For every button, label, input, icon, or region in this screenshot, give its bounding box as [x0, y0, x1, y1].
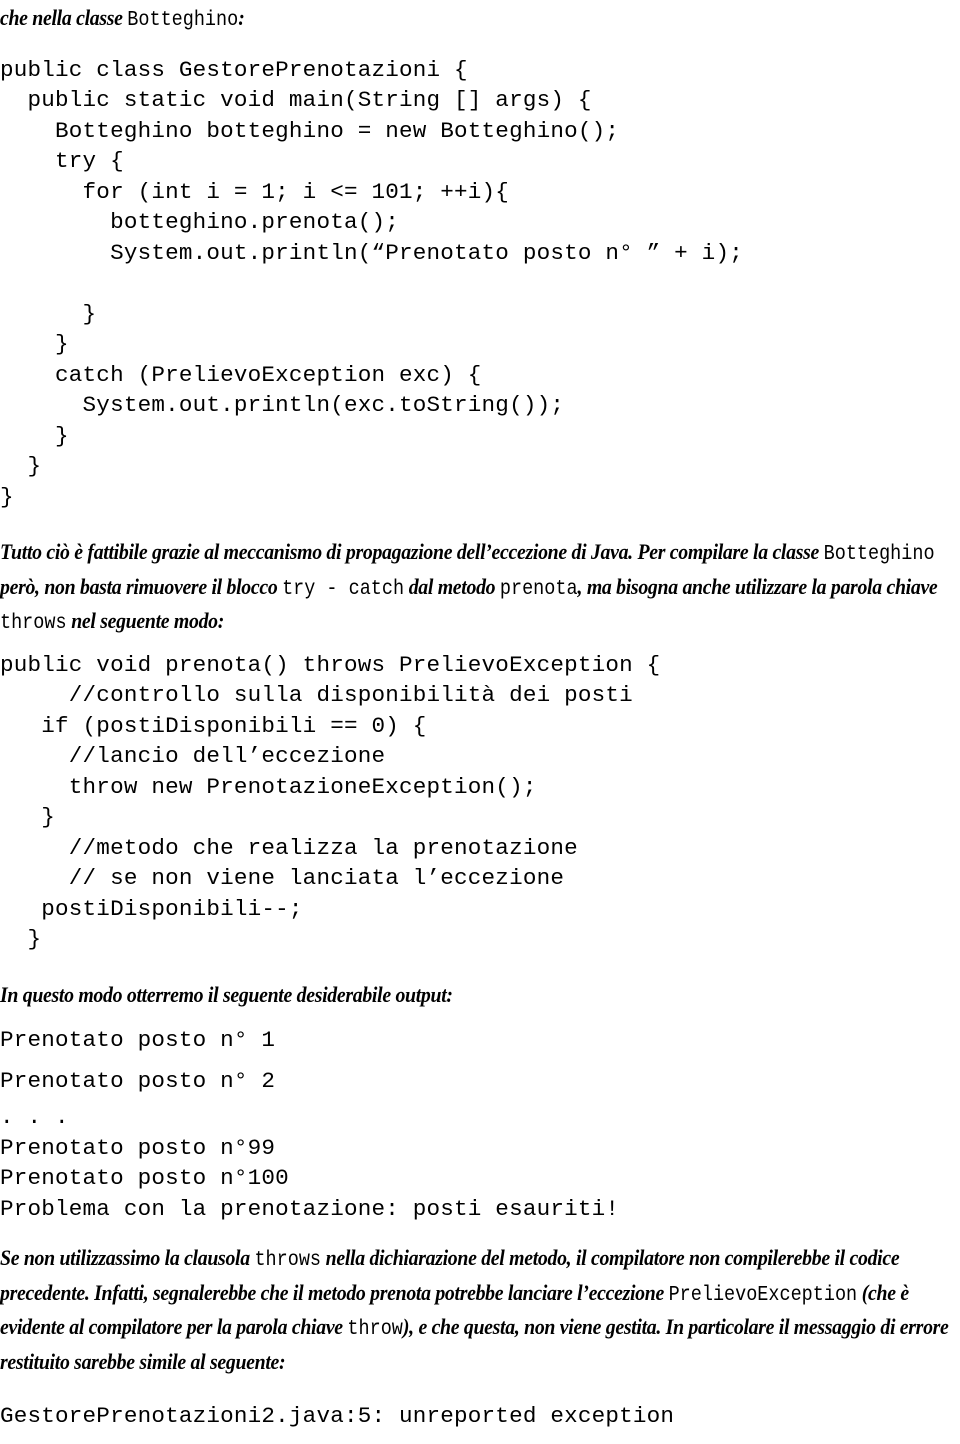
inline-code: throws — [0, 612, 67, 635]
output-line: Prenotato posto n°99 — [0, 1134, 276, 1161]
code-line: public class GestorePrenotazioni { — [0, 56, 468, 83]
code-line: } — [0, 483, 14, 510]
paragraph-throws-compilatore: Se non utilizzassimo la clausola throws … — [0, 1242, 960, 1377]
code-line: } — [0, 331, 69, 357]
output-line: Problema con la prenotazione: posti esau… — [0, 1195, 620, 1222]
code-line: try { — [0, 148, 124, 174]
paragraph-propagazione-eccezione: Tutto ciò è fattibile grazie al meccanis… — [0, 536, 960, 640]
program-output-block: Prenotato posto n° 1 Prenotato posto n° 2… — [0, 1020, 960, 1224]
code-line: //controllo sulla disponibilità dei post… — [0, 682, 633, 708]
prose-text: Tutto ciò è fattibile grazie al meccanis… — [0, 539, 824, 564]
compiler-error-block: GestorePrenotazioni2.java:5: unreported … — [0, 1401, 960, 1432]
output-line: Prenotato posto n° 2 — [0, 1068, 276, 1094]
code-line: } — [0, 453, 42, 479]
code-line: System.out.println(exc.toString()); — [0, 392, 565, 418]
code-line: // se non viene lanciata l’eccezione — [0, 865, 565, 891]
prose-text: Se non utilizzassimo la clausola — [0, 1245, 255, 1270]
heading-suffix: : — [238, 5, 245, 30]
document-page: che nella classe Botteghino: public clas… — [0, 0, 960, 1444]
prose-text: In questo modo otterremo il seguente des… — [0, 981, 453, 1007]
code-line: GestorePrenotazioni2.java:5: unreported … — [0, 1403, 675, 1429]
heading-prose-prefix: che nella classe — [0, 5, 128, 30]
code-line: throw new PrenotazioneException(); — [0, 773, 537, 800]
prose-text: , ma bisogna anche utilizzare la parola … — [577, 573, 938, 599]
inline-code: prenota — [499, 577, 578, 601]
code-line: if (postiDisponibili == 0) { — [0, 712, 427, 739]
code-line: Botteghino botteghino = new Botteghino()… — [0, 117, 620, 144]
code-line: } — [0, 926, 42, 952]
code-line: //lancio dell’eccezione — [0, 743, 386, 769]
inline-code: Botteghino — [823, 543, 935, 566]
inline-code: throws — [254, 1249, 322, 1272]
inline-code: PrelievoException — [668, 1283, 858, 1307]
code-line: catch (PrelievoException exc) { — [0, 361, 482, 388]
code-block-prenota-throws: public void prenota() throws PrelievoExc… — [0, 650, 960, 955]
output-line: . . . — [0, 1104, 69, 1130]
prose-text: dal metodo — [404, 573, 500, 599]
paragraph-output-intro: In questo modo otterremo il seguente des… — [0, 979, 960, 1011]
code-line: } — [0, 300, 97, 327]
output-line: Prenotato posto n°100 — [0, 1165, 289, 1191]
code-line: public void prenota() throws PrelievoExc… — [0, 651, 661, 678]
inline-code: try - catch — [282, 577, 405, 601]
output-line: Prenotato posto n° 1 — [0, 1027, 276, 1053]
code-line: } — [0, 804, 56, 830]
page-heading: che nella classe Botteghino: — [0, 0, 960, 37]
prose-text: nel seguente modo: — [66, 608, 225, 633]
code-line: } — [0, 422, 69, 449]
code-block-gestore-prenotazioni: public class GestorePrenotazioni { publi… — [0, 55, 960, 513]
code-line: postiDisponibili--; — [0, 895, 303, 922]
prose-text: però, non basta rimuovere il blocco — [0, 573, 283, 599]
code-line: public static void main(String [] args) … — [0, 87, 592, 113]
code-line: System.out.println(“Prenotato posto n° ”… — [0, 239, 743, 266]
code-line: for (int i = 1; i <= 101; ++i){ — [0, 178, 510, 205]
code-line: //metodo che realizza la prenotazione — [0, 834, 578, 861]
heading-mono-term: Botteghino — [127, 9, 239, 32]
inline-code: throw — [347, 1318, 403, 1341]
code-line: botteghino.prenota(); — [0, 209, 399, 235]
